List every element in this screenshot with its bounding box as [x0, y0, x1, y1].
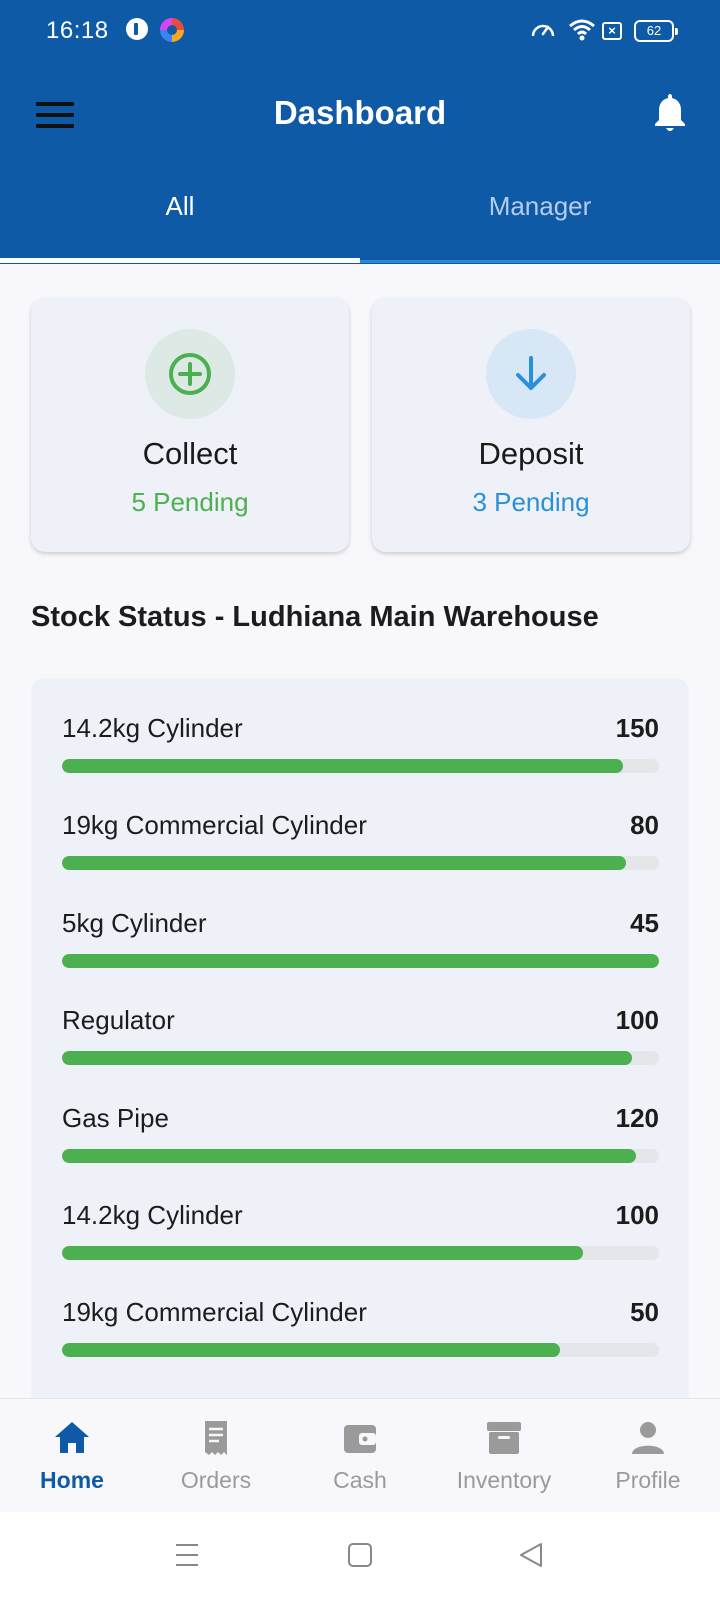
status-time: 16:18 [46, 17, 109, 44]
person-icon [632, 1422, 664, 1454]
stock-item-row: Gas Pipe 120 [62, 1103, 659, 1183]
stock-level-bar [62, 953, 659, 968]
stock-item-quantity: 100 [615, 1005, 659, 1036]
stock-item-row: Regulator 100 [62, 1005, 659, 1085]
stock-item-row: 5kg Cylinder 45 [62, 908, 659, 988]
tab-baseline [360, 260, 720, 263]
nav-cash-label: Cash [333, 1467, 387, 1493]
active-tab-indicator [0, 258, 360, 263]
tab-bar: All Manager [0, 176, 720, 264]
collect-title: Collect [142, 436, 238, 471]
stock-level-bar [62, 1148, 637, 1163]
system-menu-icon[interactable] [174, 1542, 200, 1573]
collect-pending: 5 Pending [131, 487, 249, 517]
system-back-icon[interactable] [518, 1542, 544, 1573]
stock-item-name: 5kg Cylinder [62, 907, 207, 938]
stock-item-name: Gas Pipe [62, 1102, 169, 1133]
home-icon [55, 1422, 89, 1453]
stock-item-row: 14.2kg Cylinder 150 [62, 713, 659, 793]
browser-app-icon [160, 18, 184, 42]
stock-item-quantity: 120 [615, 1102, 659, 1133]
stock-status-card: 14.2kg Cylinder 150 19kg Commercial Cylind… [31, 678, 689, 1408]
nav-profile-label: Profile [615, 1467, 681, 1493]
stock-level-track [62, 759, 659, 773]
deposit-pending: 3 Pending [472, 487, 590, 517]
stock-level-track [62, 1343, 659, 1358]
notification-app-icon [126, 18, 148, 40]
collect-icon-circle [145, 329, 235, 419]
app-header: 16:18 × 62 Dashboard All Manager [0, 0, 720, 264]
page-title: Dashboard [273, 94, 447, 131]
nav-inventory[interactable]: Inventory [432, 1399, 576, 1513]
nav-orders-label: Orders [180, 1467, 252, 1493]
deposit-icon-circle [486, 329, 576, 419]
plus-circle-icon [169, 353, 211, 395]
stock-level-bar [62, 759, 624, 773]
collect-card[interactable]: Collect 5 Pending [31, 298, 349, 552]
stock-item-name: 19kg Commercial Cylinder [62, 1297, 367, 1328]
tab-all[interactable]: All [0, 176, 360, 264]
stock-item-quantity: 80 [630, 810, 659, 841]
stock-level-bar [62, 856, 627, 871]
receipt-icon [205, 1421, 227, 1455]
stock-level-bar [62, 1051, 633, 1066]
nav-inventory-label: Inventory [456, 1467, 552, 1493]
deposit-title: Deposit [478, 436, 584, 471]
nav-home-label: Home [40, 1467, 104, 1493]
stock-item-row: 19kg Commercial Cylinder 80 [62, 810, 659, 890]
system-navigation-bar [0, 1512, 720, 1600]
archive-box-icon [487, 1422, 521, 1454]
stock-level-track [62, 953, 659, 968]
data-speed-icon [530, 18, 556, 47]
stock-item-row: 19kg Commercial Cylinder 50 [62, 1297, 659, 1377]
wallet-icon [344, 1425, 376, 1453]
deposit-card[interactable]: Deposit 3 Pending [372, 298, 690, 552]
nav-home[interactable]: Home [0, 1399, 144, 1513]
stock-item-row: 14.2kg Cylinder 100 [62, 1200, 659, 1280]
stock-level-bar [62, 1343, 560, 1358]
stock-item-name: 14.2kg Cylinder [62, 713, 243, 743]
stock-item-quantity: 150 [615, 713, 659, 743]
stock-item-name: 14.2kg Cylinder [62, 1200, 243, 1230]
battery-level: 62 [646, 23, 662, 38]
battery-icon: 62 [634, 20, 678, 42]
stock-item-name: Regulator [62, 1005, 175, 1036]
no-sim-icon: × [602, 22, 622, 40]
status-bar: 16:18 × 62 [0, 0, 720, 64]
stock-level-bar [62, 1246, 583, 1260]
tab-manager[interactable]: Manager [360, 176, 720, 264]
wifi-icon [568, 18, 596, 47]
system-home-icon[interactable] [347, 1542, 373, 1573]
bottom-navigation: Home Orders Cash Inventory Profile [0, 1398, 720, 1512]
stock-level-track [62, 1246, 659, 1260]
stock-level-track [62, 856, 659, 871]
stock-item-name: 19kg Commercial Cylinder [62, 810, 367, 841]
stock-level-track [62, 1051, 659, 1066]
bell-icon[interactable] [652, 92, 692, 136]
nav-orders[interactable]: Orders [144, 1399, 288, 1513]
arrow-down-icon [516, 356, 546, 390]
stock-section-title: Stock Status - Ludhiana Main Warehouse [31, 601, 599, 633]
stock-level-track [62, 1148, 659, 1163]
nav-profile[interactable]: Profile [576, 1399, 720, 1513]
toolbar: Dashboard [0, 72, 720, 160]
nav-cash[interactable]: Cash [288, 1399, 432, 1513]
stock-item-quantity: 100 [615, 1200, 659, 1230]
stock-item-quantity: 50 [630, 1297, 659, 1328]
stock-item-quantity: 45 [630, 907, 659, 938]
